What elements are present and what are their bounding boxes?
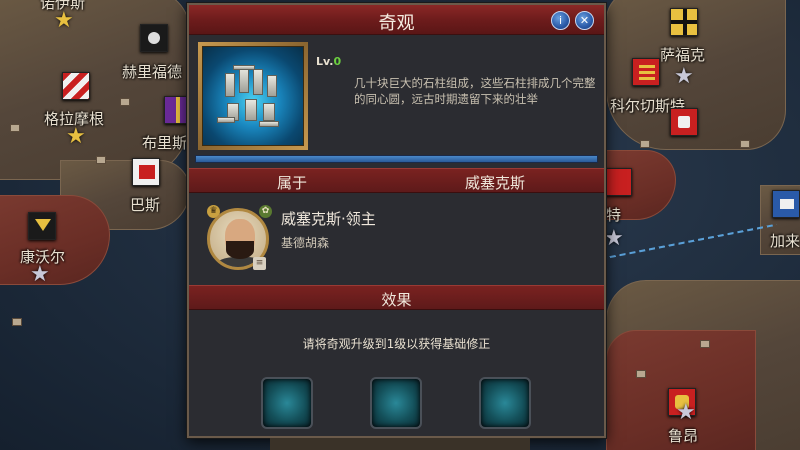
effect-slot[interactable] [261, 377, 313, 429]
region-label[interactable]: 布里斯 [142, 132, 187, 153]
heraldry-banner[interactable] [132, 158, 160, 186]
castle-star-icon: ★ [676, 400, 696, 425]
belongs-header: 属于 威塞克斯 [189, 168, 604, 193]
castle-star-icon: ★ [674, 64, 694, 89]
dialog-title: 奇观 [378, 13, 415, 34]
info-button[interactable]: i [551, 11, 570, 30]
wonder-level: Lv.0 [316, 55, 342, 68]
heraldry-banner[interactable] [140, 24, 168, 52]
heraldry-banner[interactable] [28, 212, 56, 240]
town-icon [740, 140, 750, 148]
land-cornwall[interactable] [0, 195, 110, 285]
heraldry-banner[interactable] [632, 58, 660, 86]
castle-star-icon: ★ [604, 226, 624, 251]
effect-header: 效果 [189, 285, 604, 310]
wonder-image-frame [198, 42, 308, 150]
capital-star-icon: ★ [54, 8, 74, 33]
emblem-icon: ✿ [259, 205, 272, 218]
owner-place: 基德胡森 [281, 236, 330, 250]
capital-star-icon: ★ [66, 124, 86, 149]
heraldry-banner[interactable] [772, 190, 800, 218]
region-label[interactable]: 鲁昂 [668, 425, 698, 446]
effect-label: 效果 [381, 291, 412, 309]
town-icon [636, 370, 646, 378]
effect-text: 请将奇观升级到1级以获得基础修正 [302, 337, 491, 351]
wonder-dialog: 奇观 i ✕ Lv.0 几十块巨大的石柱组成，这些石柱排成几个完整的同心圆，远古… [187, 3, 606, 438]
bottom-hud [270, 438, 530, 450]
town-icon [700, 340, 710, 348]
heraldry-banner[interactable] [604, 168, 632, 196]
castle-star-icon: ★ [30, 262, 50, 287]
region-label[interactable]: 巴斯 [130, 194, 160, 215]
town-icon [10, 124, 20, 132]
region-label[interactable]: 赫里福德 [122, 61, 182, 82]
region-label[interactable]: 加来 [770, 230, 800, 251]
effect-slot[interactable] [479, 377, 531, 429]
wonder-description: 几十块巨大的石柱组成，这些石柱排成几个完整的同心圆，远古时期遗留下来的壮举 [354, 76, 596, 106]
town-icon [12, 318, 22, 326]
belongs-faction[interactable]: 威塞克斯 [465, 172, 525, 193]
stonehenge-icon [202, 46, 304, 146]
region-label[interactable]: 特 [606, 204, 621, 225]
town-icon [96, 156, 106, 164]
heraldry-banner[interactable] [670, 8, 698, 36]
town-icon [120, 98, 130, 106]
scroll-icon: ≡ [253, 257, 266, 270]
effect-slot[interactable] [370, 377, 422, 429]
town-icon [640, 140, 650, 148]
owner-name[interactable]: 威塞克斯·领主 [281, 208, 376, 229]
heraldry-banner[interactable] [670, 108, 698, 136]
heraldry-banner[interactable] [62, 72, 90, 100]
progress-strip [195, 155, 598, 163]
belongs-label: 属于 [277, 174, 308, 192]
dialog-titlebar: 奇观 i ✕ [189, 5, 604, 35]
region-label[interactable]: 萨福克 [660, 44, 705, 65]
close-button[interactable]: ✕ [575, 11, 594, 30]
